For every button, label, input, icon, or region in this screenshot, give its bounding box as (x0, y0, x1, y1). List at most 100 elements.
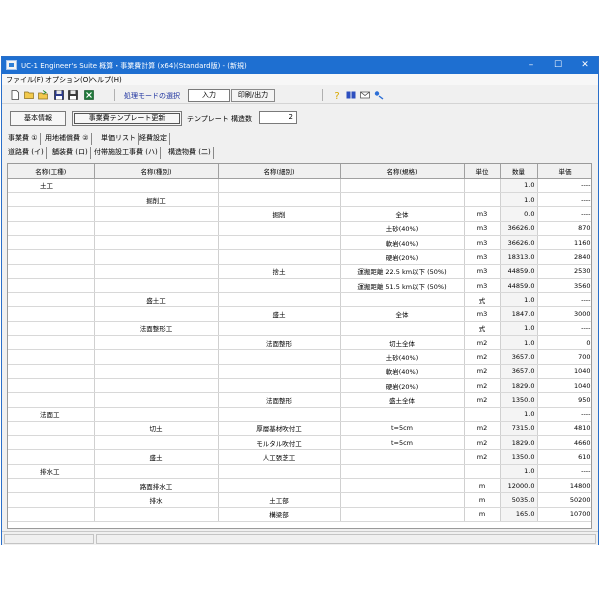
cell-unit-price[interactable]: ---- (537, 407, 591, 422)
cell-spec[interactable] (340, 192, 465, 208)
cell-unit[interactable]: m3 (464, 306, 501, 322)
cell-unit-price[interactable]: 50200 (537, 492, 591, 508)
update-icon[interactable] (374, 90, 384, 100)
cell-detail[interactable]: 人工張芝工 (218, 449, 341, 465)
cell-unit[interactable]: m3 (464, 221, 501, 236)
input-mode-button[interactable]: 入力 (188, 89, 230, 102)
cell-quantity[interactable]: 1847.0 (500, 306, 538, 322)
cell-category[interactable] (94, 364, 219, 379)
cell-unit[interactable]: 式 (464, 321, 501, 337)
cell-category[interactable]: 盛土工 (94, 292, 219, 308)
cell-category[interactable]: 盛土 (94, 449, 219, 465)
cell-quantity[interactable]: 44859.0 (500, 278, 538, 294)
basic-info-button[interactable]: 基本情報 (10, 111, 66, 126)
cell-unit-price[interactable]: 950 (537, 392, 591, 408)
table-row[interactable]: 捨土 運搬距離 22.5 km以下 (50%) m3 44859.0 2530 (8, 264, 591, 279)
cell-quantity[interactable]: 3657.0 (500, 349, 538, 365)
cell-detail[interactable] (218, 464, 341, 480)
menu-help[interactable]: ヘルプ(H) (90, 75, 122, 85)
table-row[interactable]: 掘削 全体 m3 0.0 ---- (8, 206, 591, 222)
cell-quantity[interactable]: 1350.0 (500, 392, 538, 408)
cell-category[interactable] (94, 264, 219, 279)
cell-unit[interactable]: 式 (464, 292, 501, 308)
tab-pavement-cost[interactable]: 舗装費 (ロ) (50, 147, 91, 159)
cell-unit[interactable]: m2 (464, 421, 501, 437)
tab-land-compensation[interactable]: 用地補償費 ② (43, 133, 92, 145)
title-bar[interactable]: UC-1 Engineer's Suite 概算・事業費計算 (x64)(Sta… (2, 57, 598, 74)
cell-spec[interactable] (340, 449, 465, 465)
cell-quantity[interactable]: 36626.0 (500, 221, 538, 236)
cell-detail[interactable]: 法面整形 (218, 335, 341, 351)
cell-detail[interactable] (218, 292, 341, 308)
cell-spec[interactable]: 土砂(40%) (340, 221, 465, 236)
cell-quantity[interactable]: 18313.0 (500, 249, 538, 265)
template-update-button[interactable]: 事業費テンプレート更新 (72, 111, 182, 126)
table-row[interactable]: 法面整形 盛土全体 m2 1350.0 950 (8, 392, 591, 408)
table-row[interactable]: 軟岩(40%) m3 36626.0 1160 (8, 235, 591, 251)
cell-work-type[interactable] (8, 292, 95, 308)
cell-detail[interactable]: 構梁部 (218, 507, 341, 522)
cell-quantity[interactable]: 1.0 (500, 407, 538, 422)
cell-unit[interactable]: m (464, 507, 501, 522)
cell-detail[interactable] (218, 235, 341, 251)
cell-work-type[interactable] (8, 492, 95, 508)
cell-detail[interactable] (218, 407, 341, 422)
cell-quantity[interactable]: 1829.0 (500, 378, 538, 394)
cell-unit-price[interactable]: 700 (537, 349, 591, 365)
cell-detail[interactable]: 捨土 (218, 264, 341, 279)
cell-unit[interactable] (464, 407, 501, 422)
cell-work-type[interactable] (8, 364, 95, 379)
cell-spec[interactable]: 切土全体 (340, 335, 465, 351)
print-output-button[interactable]: 印刷/出力 (231, 89, 275, 102)
table-row[interactable]: 掘削工 1.0 ---- (8, 192, 591, 208)
cell-detail[interactable] (218, 192, 341, 208)
cell-spec[interactable]: 運搬距離 51.5 km以下 (50%) (340, 278, 465, 294)
table-row[interactable]: 盛土工 式 1.0 ---- (8, 292, 591, 308)
cell-work-type[interactable] (8, 335, 95, 351)
table-row[interactable]: 硬岩(20%) m3 18313.0 2840 (8, 249, 591, 265)
cell-spec[interactable]: t=5cm (340, 421, 465, 437)
cell-quantity[interactable]: 5035.0 (500, 492, 538, 508)
cell-unit-price[interactable]: ---- (537, 178, 591, 194)
menu-options[interactable]: オプション(O) (45, 75, 91, 85)
cell-spec[interactable] (340, 407, 465, 422)
cell-spec[interactable]: 硬岩(20%) (340, 249, 465, 265)
cell-work-type[interactable] (8, 321, 95, 337)
cell-spec[interactable] (340, 292, 465, 308)
cell-detail[interactable] (218, 349, 341, 365)
cell-quantity[interactable]: 1.0 (500, 178, 538, 194)
cell-unit-price[interactable]: 4660 (537, 435, 591, 451)
save-as-icon[interactable] (68, 90, 78, 100)
cell-quantity[interactable]: 1.0 (500, 464, 538, 480)
cell-detail[interactable] (218, 249, 341, 265)
table-row[interactable]: 排水 土工部 m 5035.0 50200 (8, 492, 591, 508)
cell-work-type[interactable] (8, 421, 95, 437)
save-icon[interactable] (54, 90, 64, 100)
cell-work-type[interactable] (8, 378, 95, 394)
cell-spec[interactable]: 軟岩(40%) (340, 235, 465, 251)
cell-category[interactable] (94, 378, 219, 394)
cell-category[interactable] (94, 335, 219, 351)
cell-unit-price[interactable]: ---- (537, 192, 591, 208)
table-row[interactable]: 運搬距離 51.5 km以下 (50%) m3 44859.0 3560 (8, 278, 591, 294)
cell-quantity[interactable]: 1350.0 (500, 449, 538, 465)
cell-quantity[interactable]: 1.0 (500, 292, 538, 308)
cell-unit[interactable]: m (464, 478, 501, 494)
cell-unit-price[interactable]: 3560 (537, 278, 591, 294)
cell-category[interactable] (94, 507, 219, 522)
cell-work-type[interactable]: 法面工 (8, 407, 95, 422)
cell-quantity[interactable]: 36626.0 (500, 235, 538, 251)
cell-detail[interactable]: 掘削 (218, 206, 341, 222)
tab-road-cost[interactable]: 道路費 (イ) (6, 147, 47, 159)
cell-work-type[interactable] (8, 507, 95, 522)
tab-unit-price-list[interactable]: 単価リスト (99, 133, 139, 145)
cell-detail[interactable]: 厚層基材吹付工 (218, 421, 341, 437)
cell-category[interactable] (94, 278, 219, 294)
table-row[interactable]: 法面工 1.0 ---- (8, 407, 591, 422)
cell-category[interactable] (94, 306, 219, 322)
mail-icon[interactable] (360, 90, 370, 100)
table-row[interactable]: 軟岩(40%) m2 3657.0 1040 (8, 364, 591, 379)
maximize-button[interactable]: ☐ (545, 57, 571, 74)
cell-category[interactable]: 排水 (94, 492, 219, 508)
cell-unit-price[interactable]: 14800 (537, 478, 591, 494)
